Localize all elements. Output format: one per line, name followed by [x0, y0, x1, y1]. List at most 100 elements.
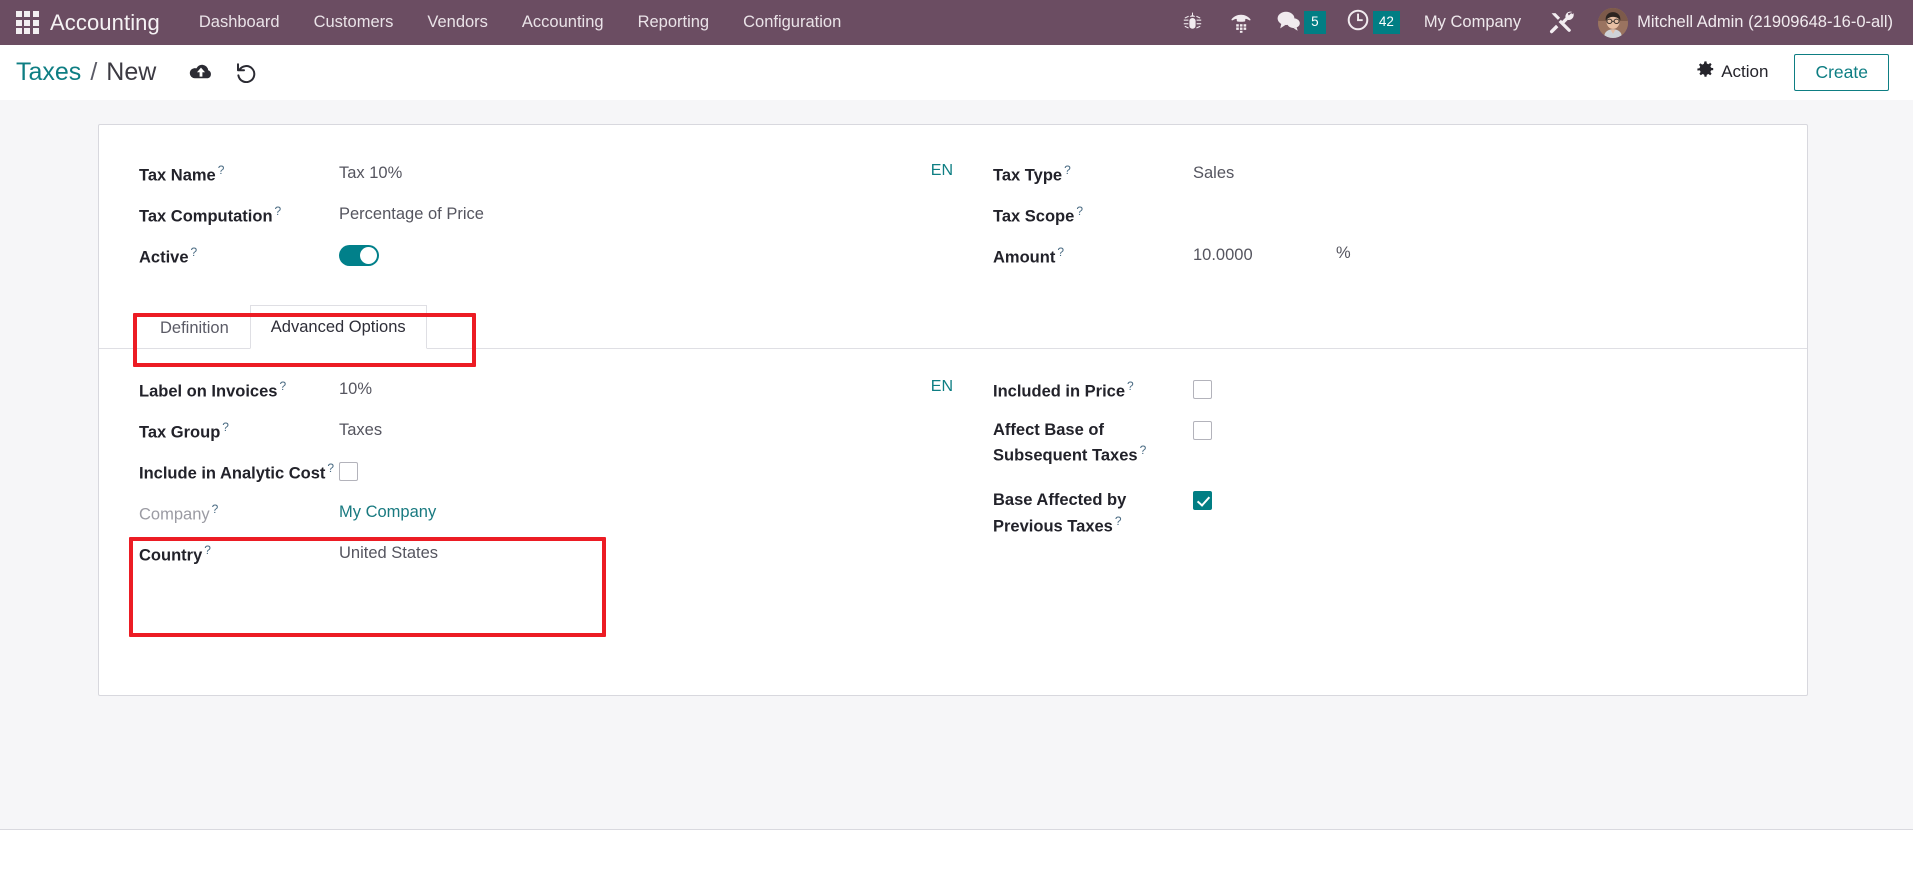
help-icon[interactable]: ?: [204, 543, 211, 557]
cloud-upload-icon[interactable]: [178, 59, 224, 86]
help-icon[interactable]: ?: [1115, 514, 1122, 528]
field-active-label: Active?: [139, 237, 339, 270]
advanced-right-column: Included in Price? Affect Base of Subseq…: [953, 371, 1807, 576]
field-tax-type-label: Tax Type?: [993, 155, 1193, 188]
help-icon[interactable]: ?: [212, 502, 219, 516]
page-body: Tax Name? Tax 10% EN Tax Computation? Pe…: [0, 100, 1913, 830]
field-include-in-analytic-cost-label-text: Include in Analytic Cost: [139, 464, 326, 483]
field-company-value[interactable]: My Company: [339, 494, 953, 524]
field-base-affected-by-previous-taxes-label-text: Base Affected by Previous Taxes: [993, 491, 1127, 536]
top-field-grid: Tax Name? Tax 10% EN Tax Computation? Pe…: [99, 155, 1807, 278]
user-menu[interactable]: Mitchell Admin (21909648-16-0-all): [1588, 5, 1901, 41]
field-included-in-price: Included in Price?: [993, 371, 1807, 412]
help-icon[interactable]: ?: [222, 420, 229, 434]
field-label-on-invoices-label: Label on Invoices?: [139, 371, 339, 404]
base-affected-by-previous-taxes-checkbox[interactable]: [1193, 491, 1212, 511]
advanced-field-grid: Label on Invoices? 10% EN Tax Group? Tax…: [99, 371, 1807, 576]
menu-item-configuration[interactable]: Configuration: [726, 7, 858, 38]
user-avatar: [1598, 7, 1629, 38]
label-on-invoices-language-badge[interactable]: EN: [931, 371, 953, 396]
app-brand-accounting[interactable]: Accounting: [50, 10, 160, 36]
help-icon[interactable]: ?: [1057, 245, 1064, 259]
user-name-label: Mitchell Admin (21909648-16-0-all): [1637, 13, 1893, 31]
field-tax-group-value[interactable]: Taxes: [339, 412, 953, 442]
affect-base-of-subsequent-taxes-checkbox[interactable]: [1193, 421, 1212, 440]
tools-icon[interactable]: [1535, 7, 1588, 39]
field-amount: Amount? 10.0000 %: [993, 237, 1807, 278]
toggle-knob: [360, 247, 377, 264]
breadcrumb-separator: /: [90, 57, 98, 86]
field-company-label: Company?: [139, 494, 339, 527]
tab-definition[interactable]: Definition: [139, 306, 250, 349]
field-country-value[interactable]: United States: [339, 535, 953, 565]
field-affect-base-of-subsequent-taxes-label: Affect Base of Subsequent Taxes?: [993, 412, 1193, 468]
breadcrumb-taxes[interactable]: Taxes: [16, 58, 81, 87]
field-active-label-text: Active: [139, 248, 189, 267]
field-tax-name: Tax Name? Tax 10% EN: [139, 155, 953, 196]
field-tax-scope: Tax Scope?: [993, 196, 1807, 237]
help-icon[interactable]: ?: [1064, 163, 1071, 177]
field-active: Active?: [139, 237, 953, 278]
page-bottom-divider: [0, 829, 1913, 830]
top-left-column: Tax Name? Tax 10% EN Tax Computation? Pe…: [99, 155, 953, 278]
bug-icon[interactable]: [1169, 8, 1216, 37]
phone-dialpad-icon[interactable]: [1216, 8, 1266, 37]
help-icon[interactable]: ?: [327, 461, 334, 475]
menu-item-vendors[interactable]: Vendors: [410, 7, 505, 38]
field-tax-type-value[interactable]: Sales: [1193, 155, 1807, 185]
help-icon[interactable]: ?: [1076, 204, 1083, 218]
field-country-label-text: Country: [139, 546, 203, 565]
main-menu: Dashboard Customers Vendors Accounting R…: [182, 7, 858, 38]
amount-percent-suffix: %: [1336, 244, 1351, 262]
sheet-inner: Tax Name? Tax 10% EN Tax Computation? Pe…: [99, 125, 1807, 576]
field-tax-name-label-text: Tax Name: [139, 166, 216, 185]
field-label-on-invoices: Label on Invoices? 10% EN: [139, 371, 953, 412]
menu-item-customers[interactable]: Customers: [297, 7, 411, 38]
help-icon[interactable]: ?: [191, 245, 198, 259]
field-label-on-invoices-value[interactable]: 10%: [339, 371, 931, 401]
breadcrumb-current: New: [106, 57, 157, 86]
advanced-left-column: Label on Invoices? 10% EN Tax Group? Tax…: [99, 371, 953, 576]
help-icon[interactable]: ?: [218, 163, 225, 177]
field-included-in-price-label: Included in Price?: [993, 371, 1193, 404]
help-icon[interactable]: ?: [279, 379, 286, 393]
field-tax-type: Tax Type? Sales: [993, 155, 1807, 196]
messages-badge-count: 5: [1303, 11, 1326, 34]
include-in-analytic-cost-checkbox[interactable]: [339, 462, 358, 481]
breadcrumb: Taxes / New: [16, 58, 156, 87]
top-navbar: Accounting Dashboard Customers Vendors A…: [0, 0, 1913, 45]
page-footer-area: [0, 830, 1913, 885]
company-switcher[interactable]: My Company: [1410, 7, 1535, 38]
field-tax-scope-value[interactable]: [1193, 196, 1807, 216]
messages-counter[interactable]: 5: [1266, 5, 1336, 40]
control-panel: Taxes / New Action Create: [0, 45, 1913, 100]
action-button[interactable]: Action: [1689, 56, 1776, 88]
chat-bubble-icon: [1276, 9, 1301, 36]
tab-panel-advanced-options: Label on Invoices? 10% EN Tax Group? Tax…: [99, 349, 1807, 576]
field-tax-group: Tax Group? Taxes: [139, 412, 953, 453]
help-icon[interactable]: ?: [275, 204, 282, 218]
included-in-price-checkbox[interactable]: [1193, 380, 1212, 399]
menu-item-dashboard[interactable]: Dashboard: [182, 7, 297, 38]
field-base-affected-by-previous-taxes-label: Base Affected by Previous Taxes?: [993, 482, 1193, 538]
field-tax-name-label: Tax Name?: [139, 155, 339, 188]
help-icon[interactable]: ?: [1127, 379, 1134, 393]
menu-item-reporting[interactable]: Reporting: [621, 7, 727, 38]
field-amount-value[interactable]: 10.0000: [1193, 237, 1318, 267]
create-button[interactable]: Create: [1794, 53, 1889, 91]
apps-grid-icon[interactable]: [14, 10, 40, 36]
active-toggle[interactable]: [339, 245, 379, 266]
field-amount-label-text: Amount: [993, 248, 1056, 267]
activities-counter[interactable]: 42: [1336, 4, 1410, 41]
help-icon[interactable]: ?: [1140, 443, 1147, 457]
tab-advanced-options[interactable]: Advanced Options: [249, 304, 427, 349]
tax-name-language-badge[interactable]: EN: [931, 155, 953, 180]
field-company: Company? My Company: [139, 494, 953, 535]
field-tax-scope-label-text: Tax Scope: [993, 207, 1075, 226]
undo-icon[interactable]: [224, 58, 269, 87]
field-tax-computation-value[interactable]: Percentage of Price: [339, 196, 953, 226]
field-tax-type-label-text: Tax Type: [993, 166, 1063, 185]
field-tax-name-value[interactable]: Tax 10%: [339, 155, 931, 185]
menu-item-accounting[interactable]: Accounting: [505, 7, 621, 38]
navbar-right-tools: 5 42 My Company Mitchell Admin (21909648…: [1169, 4, 1905, 41]
